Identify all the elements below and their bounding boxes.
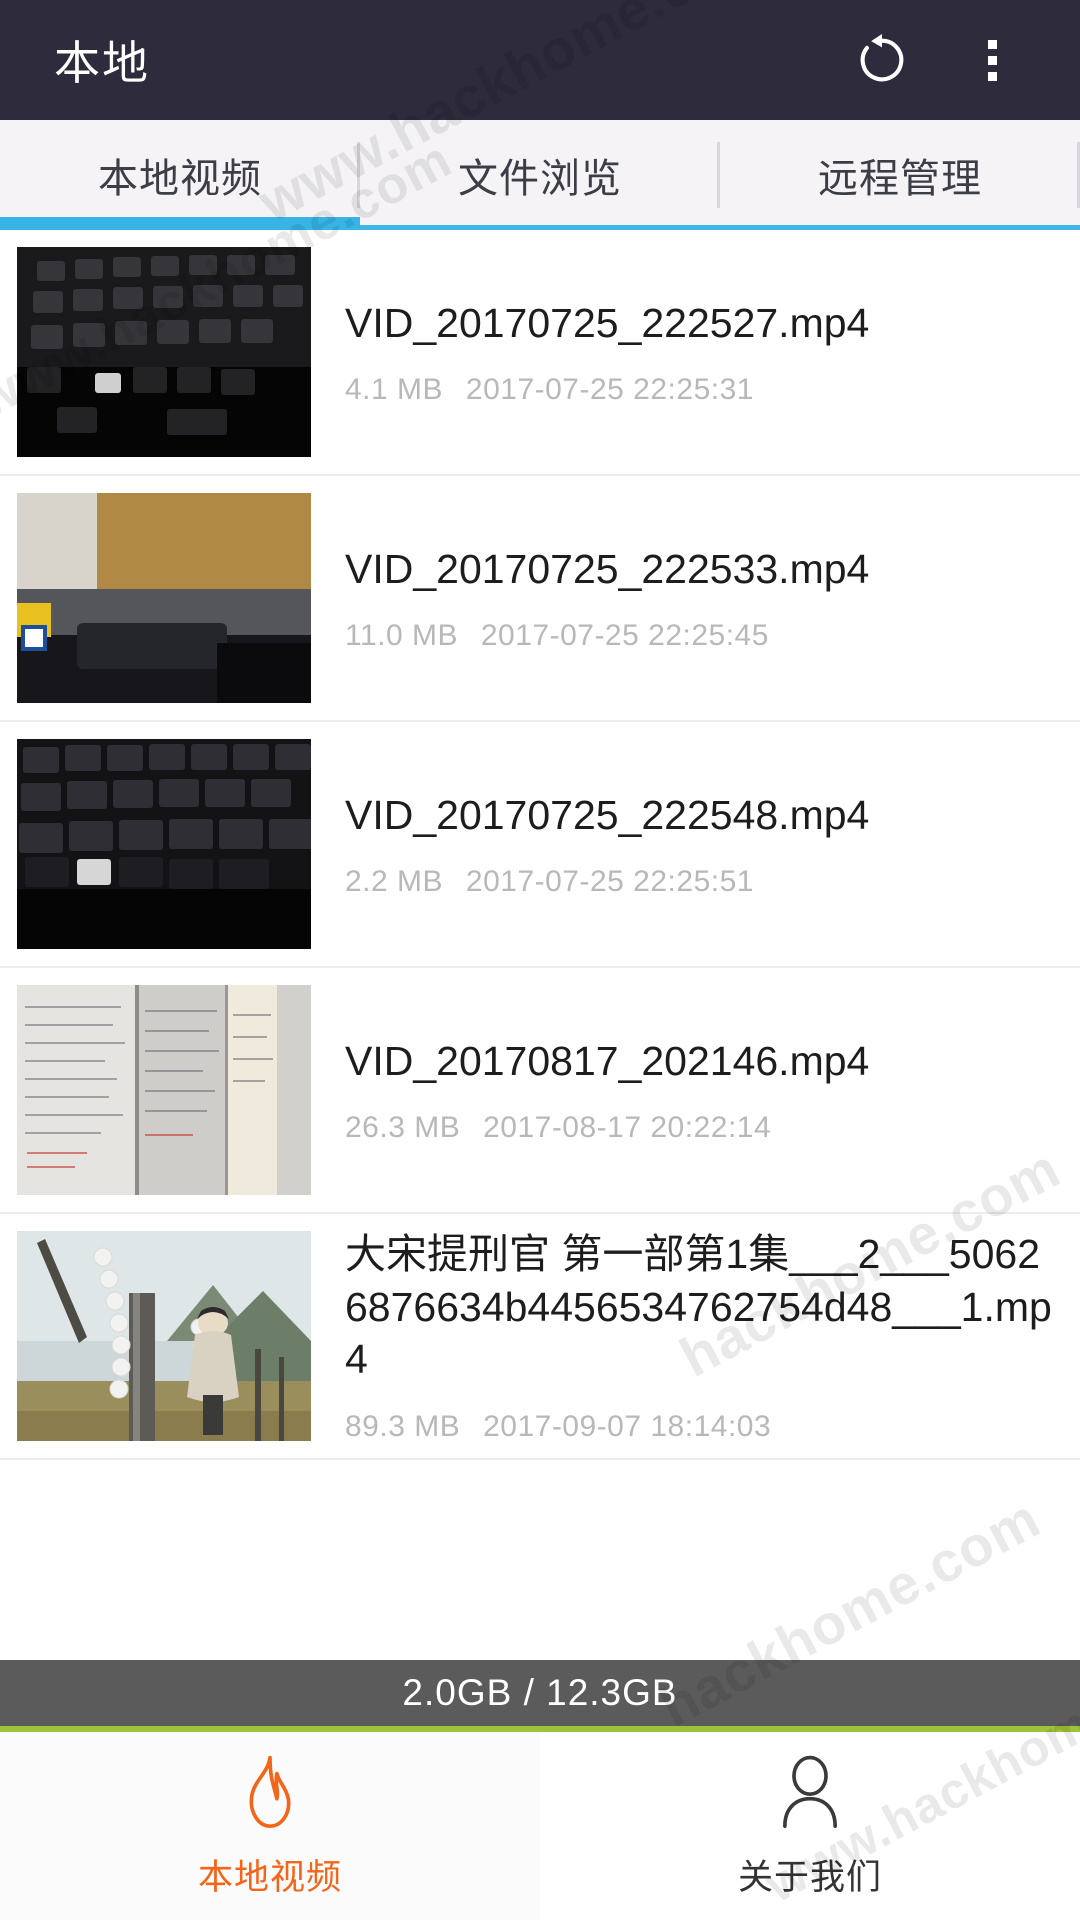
video-thumbnail: [17, 1231, 311, 1441]
item-meta: 26.3 MB 2017-08-17 20:22:14: [345, 1111, 1052, 1145]
nav-item-local-video[interactable]: 本地视频: [0, 1732, 540, 1920]
item-body: VID_20170725_222533.mp4 11.0 MB 2017-07-…: [311, 476, 1080, 720]
item-body: 大宋提刑官 第一部第1集___2___50626876634b445653476…: [311, 1214, 1080, 1458]
item-title: VID_20170725_222548.mp4: [345, 791, 870, 838]
item-date: 2017-07-25 22:25:51: [465, 865, 754, 899]
list-item[interactable]: VID_20170725_222548.mp4 2.2 MB 2017-07-2…: [0, 722, 1080, 968]
video-thumbnail: [17, 985, 311, 1195]
item-body: VID_20170725_222548.mp4 2.2 MB 2017-07-2…: [311, 722, 1080, 966]
nav-label: 本地视频: [197, 1857, 342, 1897]
item-meta: 11.0 MB 2017-07-25 22:25:45: [345, 619, 1052, 653]
list-item[interactable]: VID_20170725_222527.mp4 4.1 MB 2017-07-2…: [0, 230, 1080, 476]
flame-icon: [249, 1755, 291, 1828]
list-item[interactable]: 大宋提刑官 第一部第1集___2___50626876634b445653476…: [0, 1214, 1080, 1460]
item-title: VID_20170725_222533.mp4: [345, 545, 870, 592]
overflow-menu-button[interactable]: [968, 24, 1040, 96]
item-meta: 2.2 MB 2017-07-25 22:25:51: [345, 865, 1052, 899]
refresh-button[interactable]: [846, 24, 918, 96]
item-body: VID_20170725_222527.mp4 4.1 MB 2017-07-2…: [311, 230, 1080, 474]
item-size: 2.2 MB: [345, 865, 444, 899]
item-date: 2017-07-25 22:25:31: [465, 373, 754, 407]
person-icon: [783, 1755, 837, 1828]
tab-active-indicator: [0, 217, 360, 230]
nav-label: 关于我们: [737, 1857, 882, 1897]
list-item[interactable]: VID_20170817_202146.mp4 26.3 MB 2017-08-…: [0, 968, 1080, 1214]
thumbnail-dark-keyboard: [17, 247, 311, 457]
item-size: 26.3 MB: [345, 1111, 461, 1145]
thumbnail-document-screen: [17, 985, 311, 1195]
item-size: 4.1 MB: [345, 373, 444, 407]
thumbnail-outdoor-statue: [17, 1231, 311, 1441]
page-title: 本地: [54, 37, 150, 89]
app-root: 本地 本地视频 文件浏览 远程管理 VID_20170725_222527.mp…: [0, 0, 1080, 1920]
item-title: VID_20170725_222527.mp4: [345, 299, 870, 346]
app-bar-actions: [846, 24, 1040, 96]
nav-item-about-us[interactable]: 关于我们: [540, 1732, 1080, 1920]
refresh-icon: [860, 34, 904, 82]
video-list[interactable]: VID_20170725_222527.mp4 4.1 MB 2017-07-2…: [0, 230, 1080, 1660]
video-thumbnail: [17, 493, 311, 703]
thumbnail-desk-wall: [17, 493, 311, 703]
item-title: VID_20170817_202146.mp4: [345, 1037, 870, 1084]
item-date: 2017-09-07 18:14:03: [483, 1409, 772, 1443]
video-thumbnail: [17, 247, 311, 457]
tab-bar: 本地视频 文件浏览 远程管理: [0, 120, 1080, 230]
list-item[interactable]: VID_20170725_222533.mp4 11.0 MB 2017-07-…: [0, 476, 1080, 722]
item-date: 2017-08-17 20:22:14: [483, 1111, 772, 1145]
item-size: 89.3 MB: [345, 1409, 461, 1443]
item-meta: 89.3 MB 2017-09-07 18:14:03: [345, 1410, 1052, 1444]
tab-label: 远程管理: [818, 157, 982, 201]
thumbnail-keyboard-closeup: [17, 739, 311, 949]
bottom-nav: 本地视频 关于我们: [0, 1732, 1080, 1920]
item-body: VID_20170817_202146.mp4 26.3 MB 2017-08-…: [311, 968, 1080, 1212]
tab-local-video[interactable]: 本地视频: [0, 120, 360, 230]
more-vertical-icon: [987, 39, 1021, 81]
app-bar: 本地: [0, 0, 1080, 120]
tab-label: 本地视频: [98, 157, 262, 201]
tab-file-browser[interactable]: 文件浏览: [360, 120, 720, 230]
item-date: 2017-07-25 22:25:45: [480, 619, 769, 653]
storage-bar: 2.0GB / 12.3GB: [0, 1660, 1080, 1732]
video-thumbnail: [17, 739, 311, 949]
item-meta: 4.1 MB 2017-07-25 22:25:31: [345, 373, 1052, 407]
tab-remote-manage[interactable]: 远程管理: [720, 120, 1080, 230]
item-size: 11.0 MB: [345, 619, 458, 653]
storage-text: 2.0GB / 12.3GB: [402, 1672, 678, 1713]
tab-label: 文件浏览: [458, 157, 622, 201]
item-title: 大宋提刑官 第一部第1集___2___50626876634b445653476…: [345, 1231, 1052, 1383]
